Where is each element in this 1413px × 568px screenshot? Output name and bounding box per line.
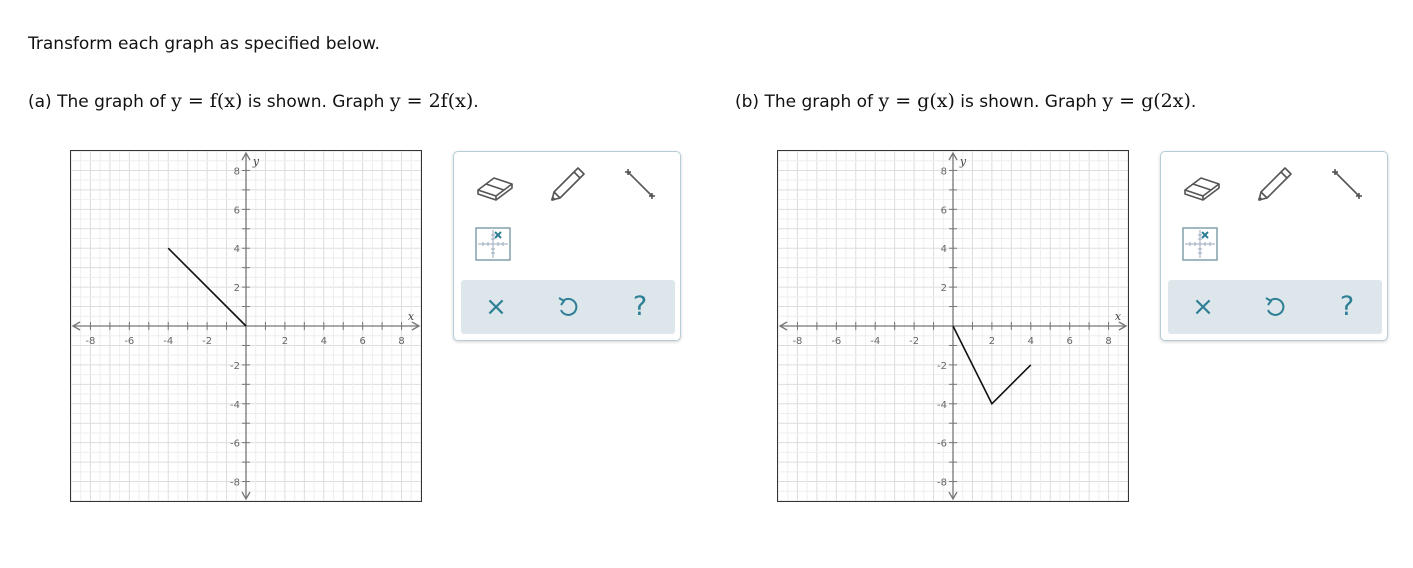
x-tick-label: 6 bbox=[359, 336, 365, 347]
part-b-prefix: (b) The graph of bbox=[735, 92, 879, 112]
eraser-icon bbox=[1184, 177, 1220, 201]
x-tick-label: 4 bbox=[321, 336, 327, 347]
instructions-text: Transform each graph as specified below. bbox=[28, 34, 380, 54]
pencil-tool-button[interactable] bbox=[1251, 162, 1297, 208]
y-tick-label: 8 bbox=[941, 166, 947, 177]
y-tick-label: 2 bbox=[941, 283, 947, 294]
x-tick-label: -8 bbox=[85, 336, 95, 347]
y-axis-label: y bbox=[959, 155, 967, 168]
x-tick-label: -2 bbox=[202, 336, 212, 347]
x-axis-label: x bbox=[408, 310, 415, 323]
y-tick-label: 8 bbox=[234, 166, 240, 177]
x-tick-label: -4 bbox=[163, 336, 173, 347]
help-button[interactable]: ? bbox=[1332, 292, 1362, 322]
y-tick-label: -2 bbox=[230, 361, 240, 372]
x-tick-label: -4 bbox=[870, 336, 880, 347]
x-tick-label: -8 bbox=[792, 336, 802, 347]
part-a-target-equation: y = 2f(x) bbox=[389, 90, 474, 112]
line-segment-icon bbox=[1332, 169, 1362, 199]
y-tick-label: 2 bbox=[234, 283, 240, 294]
x-tick-label: 6 bbox=[1066, 336, 1072, 347]
y-tick-label: -8 bbox=[230, 478, 240, 489]
part-a-label: (a) The graph of y = f(x) is shown. Grap… bbox=[28, 90, 479, 112]
part-b-mid: is shown. Graph bbox=[954, 92, 1103, 112]
x-tick-label: -6 bbox=[831, 336, 841, 347]
graph-a[interactable]: -8 -6 -4 -2 2 4 6 8 8 6 4 2 -2 -4 -6 -8 x y bbox=[70, 150, 422, 502]
part-a-given-equation: y = f(x) bbox=[171, 90, 243, 112]
pencil-icon bbox=[1258, 167, 1292, 201]
y-tick-label: -4 bbox=[937, 400, 947, 411]
clear-button[interactable]: × bbox=[1188, 292, 1218, 322]
y-tick-label: 4 bbox=[941, 244, 947, 255]
x-tick-label: -6 bbox=[124, 336, 134, 347]
line-tool-button[interactable] bbox=[616, 162, 662, 208]
graph-a-canvas[interactable]: -8 -6 -4 -2 2 4 6 8 8 6 4 2 -2 -4 -6 -8 x y bbox=[71, 151, 421, 501]
graph-b[interactable]: -8 -6 -4 -2 2 4 6 8 8 6 4 2 -2 -4 -6 -8 x y bbox=[777, 150, 1129, 502]
x-axis-label: x bbox=[1115, 310, 1122, 323]
point-grid-icon bbox=[1182, 227, 1218, 261]
y-tick-label: 4 bbox=[234, 244, 240, 255]
x-tick-label: 4 bbox=[1028, 336, 1034, 347]
part-b-target-equation: y = g(2x) bbox=[1102, 90, 1191, 112]
graph-b-canvas[interactable]: -8 -6 -4 -2 2 4 6 8 8 6 4 2 -2 -4 -6 -8 x y bbox=[778, 151, 1128, 501]
point-tool-button[interactable] bbox=[1181, 224, 1227, 270]
y-tick-label: 6 bbox=[234, 205, 240, 216]
part-b-suffix: . bbox=[1190, 92, 1197, 112]
y-tick-label: -6 bbox=[937, 439, 947, 450]
x-tick-label: 2 bbox=[989, 336, 995, 347]
y-tick-label: -2 bbox=[937, 361, 947, 372]
eraser-tool-button[interactable] bbox=[1179, 162, 1225, 208]
pencil-tool-button[interactable] bbox=[544, 162, 590, 208]
eraser-tool-button[interactable] bbox=[472, 162, 518, 208]
y-tick-label: -4 bbox=[230, 400, 240, 411]
part-a-prefix: (a) The graph of bbox=[28, 92, 172, 112]
action-bar: × ? bbox=[461, 280, 675, 334]
eraser-icon bbox=[477, 177, 513, 201]
toolbox-b: × ? bbox=[1160, 151, 1388, 341]
undo-button[interactable] bbox=[1260, 292, 1290, 322]
y-axis-label: y bbox=[252, 155, 260, 168]
y-tick-label: -8 bbox=[937, 478, 947, 489]
point-grid-icon bbox=[475, 227, 511, 261]
undo-icon bbox=[1265, 297, 1285, 316]
clear-button[interactable]: × bbox=[481, 292, 511, 322]
point-tool-button[interactable] bbox=[474, 224, 520, 270]
x-tick-label: -2 bbox=[909, 336, 919, 347]
x-tick-label: 8 bbox=[398, 336, 404, 347]
part-b-label: (b) The graph of y = g(x) is shown. Grap… bbox=[735, 90, 1196, 112]
help-button[interactable]: ? bbox=[625, 292, 655, 322]
part-a-suffix: . bbox=[473, 92, 479, 112]
y-tick-label: 6 bbox=[941, 205, 947, 216]
y-tick-label: -6 bbox=[230, 439, 240, 450]
undo-icon bbox=[558, 297, 578, 316]
x-tick-label: 8 bbox=[1105, 336, 1111, 347]
toolbox-a: × ? bbox=[453, 151, 681, 341]
x-tick-label: 2 bbox=[282, 336, 288, 347]
line-tool-button[interactable] bbox=[1323, 162, 1369, 208]
part-b-given-equation: y = g(x) bbox=[878, 90, 955, 112]
pencil-icon bbox=[551, 167, 585, 201]
undo-button[interactable] bbox=[553, 292, 583, 322]
action-bar: × ? bbox=[1168, 280, 1382, 334]
part-a-mid: is shown. Graph bbox=[242, 92, 390, 112]
line-segment-icon bbox=[625, 169, 655, 199]
